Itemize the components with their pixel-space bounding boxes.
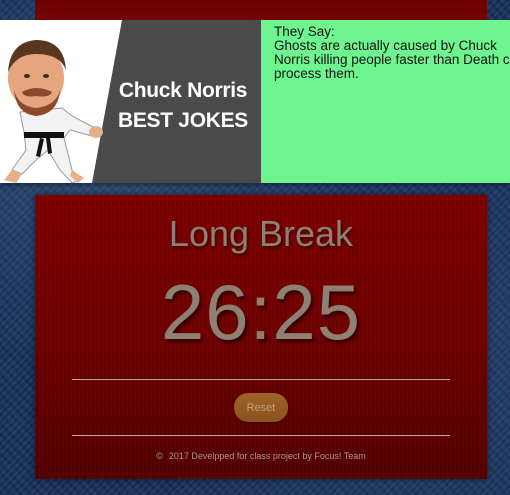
previous-card (35, 0, 487, 22)
joke-label: They Say: (274, 24, 335, 39)
timer-countdown: 26:25 (160, 268, 362, 356)
banner-title-line2: BEST JOKES (117, 109, 249, 132)
copyright-icon: © (156, 451, 163, 461)
chuck-norris-illustration (4, 40, 103, 183)
joke-text: Ghosts are actually caused by Chuck Norr… (274, 38, 510, 81)
divider (72, 379, 450, 380)
banner-logo: Chuck Norris BEST JOKES (0, 20, 261, 183)
timer-card: Long Break 26:25 Reset © 2017 Develpped f… (35, 195, 487, 479)
joke-panel: They Say: Ghosts are actually caused by … (261, 20, 510, 183)
divider (72, 435, 450, 436)
banner-title-line1: Chuck Norris (118, 79, 248, 102)
timer-mode-title: Long Break (168, 213, 354, 254)
chuck-norris-banner: Chuck Norris BEST JOKES They Say: Ghosts… (0, 20, 510, 183)
reset-button[interactable]: Reset (234, 393, 288, 422)
footer: © 2017 Develpped for class project by Foc… (35, 451, 487, 461)
footer-text: 2017 Develpped for class project by Focu… (168, 451, 366, 461)
banner-title: Chuck Norris BEST JOKES (105, 76, 261, 136)
